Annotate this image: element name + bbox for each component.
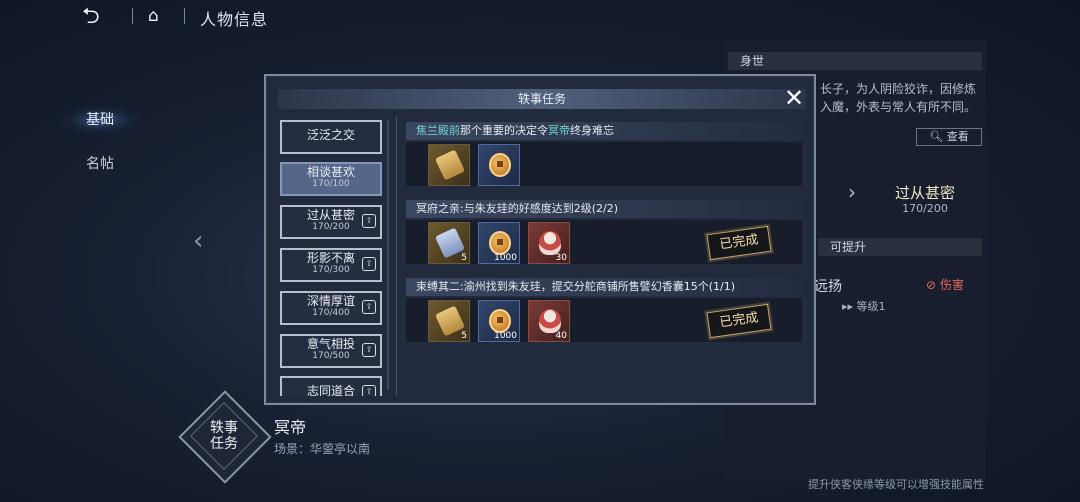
chevron-right-icon: › xyxy=(848,180,856,204)
reward-row: 5 1000 30 已完成 xyxy=(406,220,802,264)
character-name: 冥帝 xyxy=(274,418,307,437)
bottom-hint: 提升侠客侠缘等级可以增强技能属性 xyxy=(808,478,984,491)
relationship-level-list: 泛泛之交相谈甚欢 170/100 过从甚密 170/200 ⇧ 形影不离 170/300 ⇧ 深… xyxy=(278,116,388,396)
quest-title-highlight: 焦兰殿前 xyxy=(416,124,460,137)
bio-text: 长子，为人阴险狡诈，因修炼 xyxy=(820,82,977,96)
view-button[interactable]: 🔍︎ 查看 xyxy=(916,128,982,146)
section-header-background: 身世 xyxy=(728,52,982,70)
quest-badge-label: 轶事 任务 xyxy=(198,420,250,452)
home-icon: ⌂ xyxy=(148,6,159,26)
badge-line: 轶事 xyxy=(210,420,238,436)
back-button[interactable]: ⮌ xyxy=(82,6,106,28)
reward-row xyxy=(406,142,802,186)
level-name: 泛泛之交 xyxy=(306,128,355,142)
relationship-level-item[interactable]: 泛泛之交 xyxy=(280,120,382,154)
copper-coin-icon xyxy=(489,153,511,177)
damage-tag: ⊘ 伤害 xyxy=(926,278,964,292)
reward-item[interactable]: 40 xyxy=(528,300,570,342)
nav-item-basic[interactable]: 基础 xyxy=(60,106,140,134)
nav-item-card[interactable]: 名帖 xyxy=(60,150,140,178)
chevron-left-icon[interactable]: ‹ xyxy=(193,226,203,256)
section-header-upgrade: 可提升 xyxy=(818,238,982,256)
quest-title: 冥府之亲:与朱友珪的好感度达到2级(2/2) xyxy=(406,200,802,218)
figure-icon xyxy=(539,309,561,333)
page-title: 人物信息 xyxy=(200,10,269,29)
lock-icon: ⇧ xyxy=(362,257,376,271)
relationship-level-item[interactable]: 相谈甚欢 170/100 xyxy=(280,162,382,196)
copper-coin-icon xyxy=(489,309,511,333)
undo-arrow-icon: ⮌ xyxy=(82,4,100,29)
quest-title-text: 冥府之亲:与朱友珪的好感度达到2级(2/2) xyxy=(416,202,618,215)
relationship-level-item[interactable]: 形影不离 170/300 ⇧ xyxy=(280,248,382,282)
quest-row[interactable]: 冥府之亲:与朱友珪的好感度达到2级(2/2) 5 1000 30 已完成 xyxy=(406,200,802,264)
divider xyxy=(132,8,133,24)
close-button[interactable]: ✕ xyxy=(782,86,806,110)
top-bar: ⮌ ⌂ 人物信息 xyxy=(0,0,1080,34)
completed-stamp: 已完成 xyxy=(706,225,772,261)
reward-count: 5 xyxy=(461,331,467,341)
quest-title: 焦兰殿前那个重要的决定令冥帝终身难忘 xyxy=(406,122,802,140)
level-name: 相谈甚欢 xyxy=(306,165,355,179)
quest-title: 束缚其二:渝州找到朱友珪，提交分舵商铺所售譬幻香囊15个(1/1) xyxy=(406,278,802,296)
quest-title-text: 束缚其二:渝州找到朱友珪，提交分舵商铺所售譬幻香囊15个(1/1) xyxy=(416,280,735,293)
reward-item[interactable]: 5 xyxy=(428,300,470,342)
quest-title-text: 那个重要的决定令 xyxy=(460,124,548,137)
reward-count: 1000 xyxy=(494,331,517,341)
reward-count: 5 xyxy=(461,253,467,263)
reward-row: 5 1000 40 已完成 xyxy=(406,298,802,342)
quest-title-highlight: 冥帝 xyxy=(548,124,570,137)
relationship-level-item[interactable]: 意气相投 170/500 ⇧ xyxy=(280,334,382,368)
divider xyxy=(184,8,185,24)
bio-text: 入魔，外表与常人有所不同。 xyxy=(820,100,977,114)
scrollbar[interactable] xyxy=(387,120,389,390)
lock-icon: ⇧ xyxy=(362,214,376,228)
relationship-level-item[interactable]: 志同道合 ⇧ xyxy=(280,376,382,396)
lock-icon: ⇧ xyxy=(362,385,376,396)
quest-title-text: 终身难忘 xyxy=(570,124,614,137)
damage-tag-label: 伤害 xyxy=(939,278,964,292)
view-button-label: 查看 xyxy=(946,130,969,143)
quest-row[interactable]: 焦兰殿前那个重要的决定令冥帝终身难忘 xyxy=(406,122,802,186)
level-value: 170/100 xyxy=(312,179,350,189)
reward-item[interactable]: 1000 xyxy=(478,300,520,342)
copper-coin-icon xyxy=(489,231,511,255)
divider xyxy=(396,116,397,396)
reward-count: 40 xyxy=(555,331,567,341)
modal-title: 轶事任务 xyxy=(278,89,806,109)
badge-line: 任务 xyxy=(210,436,238,452)
current-level-value: 170/200 xyxy=(902,202,948,215)
reward-item[interactable]: 1000 xyxy=(478,222,520,264)
character-scene: 场景：华蓥亭以南 xyxy=(274,442,371,456)
close-icon: ✕ xyxy=(783,84,805,112)
home-button[interactable]: ⌂ xyxy=(148,6,168,26)
lock-icon: ⇧ xyxy=(362,300,376,314)
gold-scroll-icon xyxy=(434,149,466,181)
skill-level-label: 等级1 xyxy=(856,300,886,313)
reward-count: 1000 xyxy=(494,253,517,263)
current-level: 过从甚密 xyxy=(894,184,955,202)
reward-item[interactable]: 30 xyxy=(528,222,570,264)
figure-icon xyxy=(539,231,561,255)
relationship-level-item[interactable]: 深情厚谊 170/400 ⇧ xyxy=(280,291,382,325)
skill-level: ▸▸ 等级1 xyxy=(842,300,886,313)
completed-stamp: 已完成 xyxy=(706,303,772,339)
reward-item[interactable] xyxy=(478,144,520,186)
reward-item[interactable]: 5 xyxy=(428,222,470,264)
reward-item[interactable] xyxy=(428,144,470,186)
relationship-level-item[interactable]: 过从甚密 170/200 ⇧ xyxy=(280,205,382,239)
reward-count: 30 xyxy=(555,253,567,263)
quest-row[interactable]: 束缚其二:渝州找到朱友珪，提交分舵商铺所售譬幻香囊15个(1/1) 5 1000 40… xyxy=(406,278,802,342)
lock-icon: ⇧ xyxy=(362,343,376,357)
